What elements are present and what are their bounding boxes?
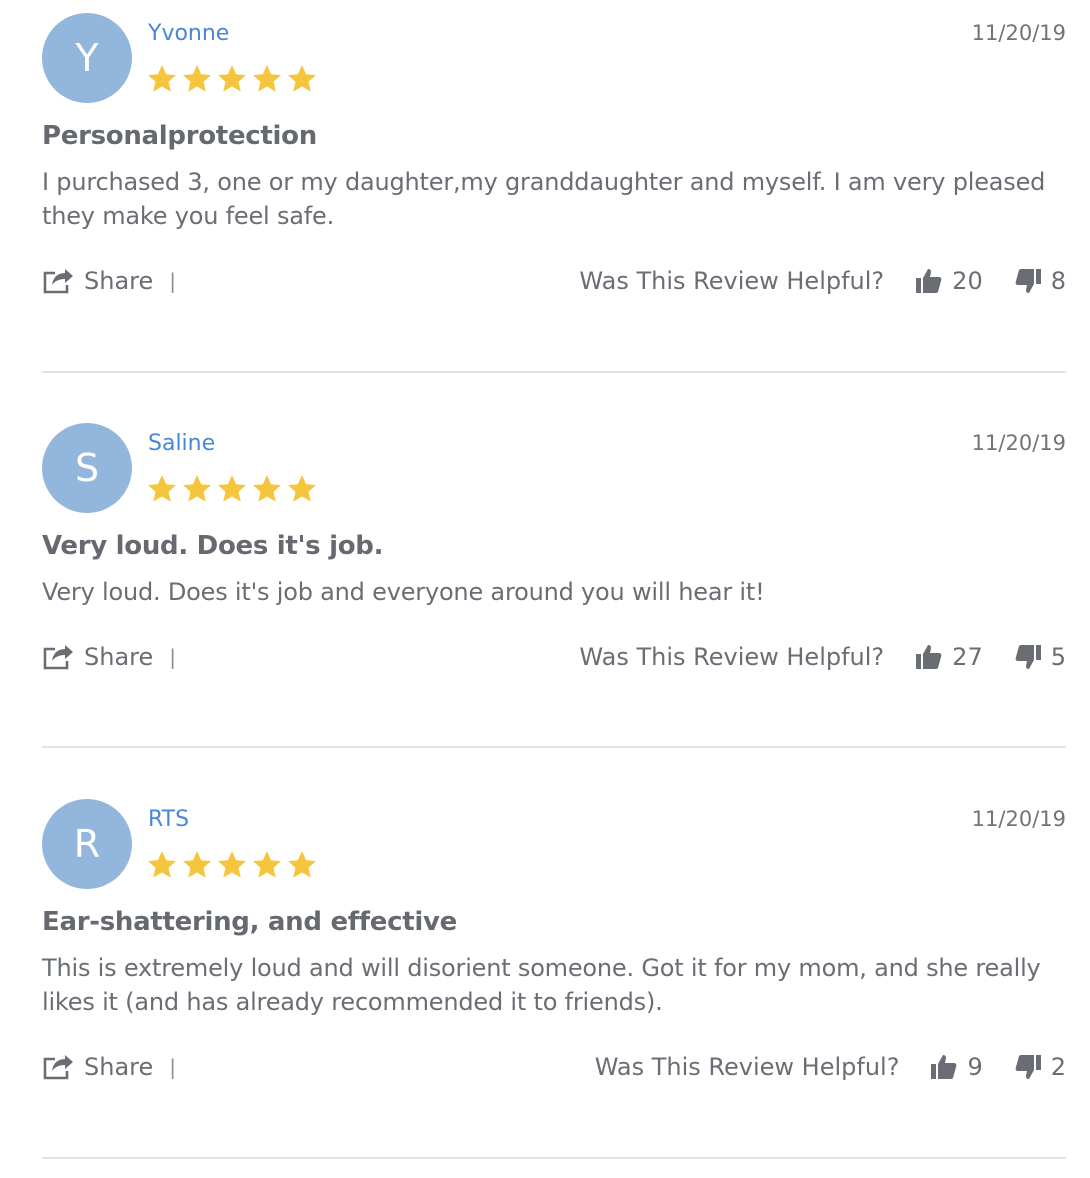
star-icon (218, 475, 246, 502)
thumbs-up-icon (916, 269, 942, 293)
helpful-yes-count: 9 (967, 1053, 983, 1081)
thumbs-down-button[interactable]: 8 (1013, 266, 1066, 296)
avatar: R (42, 799, 132, 889)
share-button[interactable]: Share (42, 1053, 153, 1081)
separator: | (169, 1055, 177, 1079)
separator: | (169, 269, 177, 293)
review-card: R RTS 11/20/19 Ear-shattering, and effec… (42, 799, 1066, 1099)
separator: | (169, 645, 177, 669)
review-actions: Share | Was This Review Helpful? 20 8 (42, 261, 1066, 301)
review-date: 11/20/19 (971, 21, 1066, 45)
share-icon (43, 645, 73, 670)
share-button[interactable]: Share (42, 267, 153, 295)
share-button[interactable]: Share (42, 643, 153, 671)
review-date: 11/20/19 (971, 807, 1066, 831)
share-label: Share (84, 1053, 154, 1081)
divider (42, 746, 1066, 748)
star-icon (288, 65, 316, 92)
thumbs-down-button[interactable]: 5 (1013, 642, 1066, 672)
thumbs-down-icon (1015, 269, 1041, 293)
star-icon (218, 851, 246, 878)
star-icon (148, 65, 176, 92)
helpful-yes-count: 20 (952, 267, 983, 295)
helpful-prompt: Was This Review Helpful? (579, 643, 885, 671)
review-title: Ear-shattering, and effective (42, 907, 457, 937)
review-body: This is extremely loud and will disorien… (42, 954, 1041, 1016)
review-card: S Saline 11/20/19 Very loud. Does it's j… (42, 423, 1066, 703)
star-icon (183, 851, 211, 878)
star-icon (288, 851, 316, 878)
star-icon (148, 851, 176, 878)
share-icon (43, 269, 73, 294)
thumbs-down-icon (1015, 1055, 1041, 1079)
star-icon (253, 851, 281, 878)
helpful-section: Was This Review Helpful? 9 2 (595, 1052, 1066, 1082)
thumbs-down-icon (1015, 645, 1041, 669)
review-body: I purchased 3, one or my daughter,my gra… (42, 168, 1046, 230)
star-icon (183, 65, 211, 92)
review-actions: Share | Was This Review Helpful? 9 2 (42, 1047, 1066, 1087)
review-date: 11/20/19 (971, 431, 1066, 455)
star-icon (218, 65, 246, 92)
avatar: Y (42, 13, 132, 103)
thumbs-up-button[interactable]: 20 (914, 266, 983, 296)
helpful-section: Was This Review Helpful? 27 5 (579, 642, 1066, 672)
review-actions: Share | Was This Review Helpful? 27 5 (42, 637, 1066, 677)
share-icon (43, 1055, 73, 1080)
thumbs-up-button[interactable]: 27 (914, 642, 983, 672)
review-title: Very loud. Does it's job. (42, 531, 384, 561)
helpful-prompt: Was This Review Helpful? (579, 267, 885, 295)
avatar: S (42, 423, 132, 513)
share-label: Share (84, 267, 154, 295)
divider (42, 1157, 1066, 1159)
helpful-no-count: 8 (1050, 267, 1066, 295)
author-link[interactable]: RTS (148, 807, 189, 832)
thumbs-up-icon (931, 1055, 957, 1079)
star-rating (146, 63, 318, 95)
helpful-no-count: 5 (1050, 643, 1066, 671)
star-rating (146, 473, 318, 505)
star-icon (253, 65, 281, 92)
helpful-no-count: 2 (1050, 1053, 1066, 1081)
divider (42, 371, 1066, 373)
helpful-yes-count: 27 (952, 643, 983, 671)
star-icon (288, 475, 316, 502)
star-rating (146, 849, 318, 881)
thumbs-up-button[interactable]: 9 (929, 1052, 983, 1082)
star-icon (253, 475, 281, 502)
review-body: Very loud. Does it's job and everyone ar… (42, 578, 765, 606)
review-title: Personalprotection (42, 121, 317, 151)
star-icon (183, 475, 211, 502)
review-card: Y Yvonne 11/20/19 Personalprotection I p… (42, 13, 1066, 313)
thumbs-down-button[interactable]: 2 (1013, 1052, 1066, 1082)
author-link[interactable]: Yvonne (148, 21, 229, 46)
helpful-prompt: Was This Review Helpful? (594, 1053, 900, 1081)
share-label: Share (84, 643, 154, 671)
thumbs-up-icon (916, 645, 942, 669)
author-link[interactable]: Saline (148, 431, 215, 456)
helpful-section: Was This Review Helpful? 20 8 (579, 266, 1066, 296)
star-icon (148, 475, 176, 502)
